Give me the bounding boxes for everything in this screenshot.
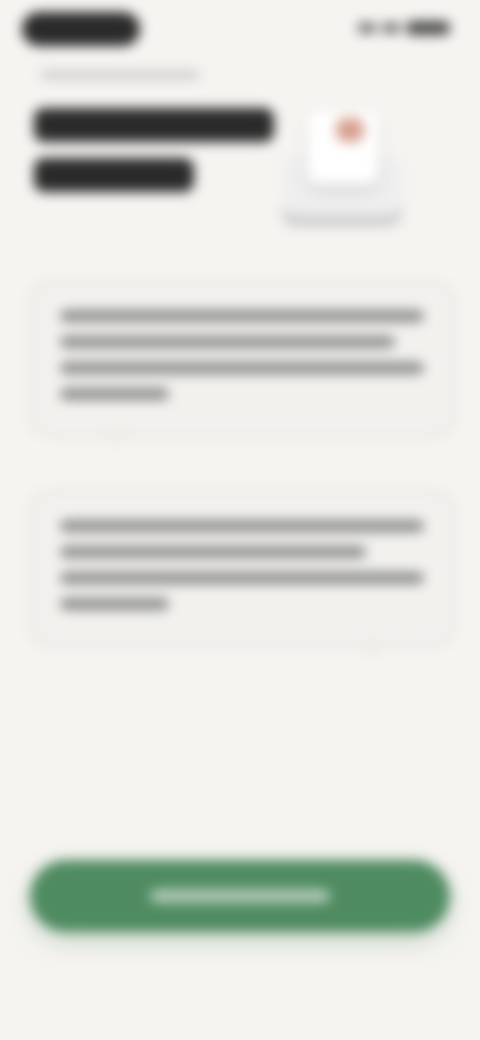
text-line xyxy=(60,336,395,348)
info-card-1-text xyxy=(32,284,33,285)
text-line xyxy=(60,310,424,322)
card-tail-1 xyxy=(104,432,128,446)
status-indicators xyxy=(354,18,450,38)
document-stamp-illustration-icon: document-stamp-illustration-icon xyxy=(270,98,420,238)
page-title-line-2-text xyxy=(34,158,35,159)
stamp-shape xyxy=(336,118,364,142)
header-subline xyxy=(40,70,200,80)
text-line xyxy=(60,388,170,400)
status-pill xyxy=(22,12,140,46)
primary-action-label-bar xyxy=(150,889,330,903)
text-line xyxy=(60,598,170,610)
text-line xyxy=(60,572,424,584)
info-card-1[interactable] xyxy=(30,282,454,436)
primary-action-button[interactable] xyxy=(30,860,450,932)
battery-icon xyxy=(406,21,450,35)
wifi-icon xyxy=(382,23,400,33)
page-title-line-1-text xyxy=(34,108,35,109)
text-line xyxy=(60,362,424,374)
info-card-2-text xyxy=(32,494,33,495)
info-card-2-lines xyxy=(60,520,424,624)
page-title-line-1 xyxy=(34,108,274,142)
text-line xyxy=(60,546,366,558)
illustration-icon-name: document-stamp-illustration-icon xyxy=(270,98,271,99)
status-pill-text xyxy=(22,12,23,13)
text-line xyxy=(60,520,424,532)
info-card-1-lines xyxy=(60,310,424,414)
card-tail-2 xyxy=(360,642,384,656)
signal-icon xyxy=(358,23,376,33)
page-title xyxy=(34,108,284,208)
info-card-2[interactable] xyxy=(30,492,454,646)
header-subline-text xyxy=(40,70,41,71)
page-title-line-2 xyxy=(34,158,194,192)
